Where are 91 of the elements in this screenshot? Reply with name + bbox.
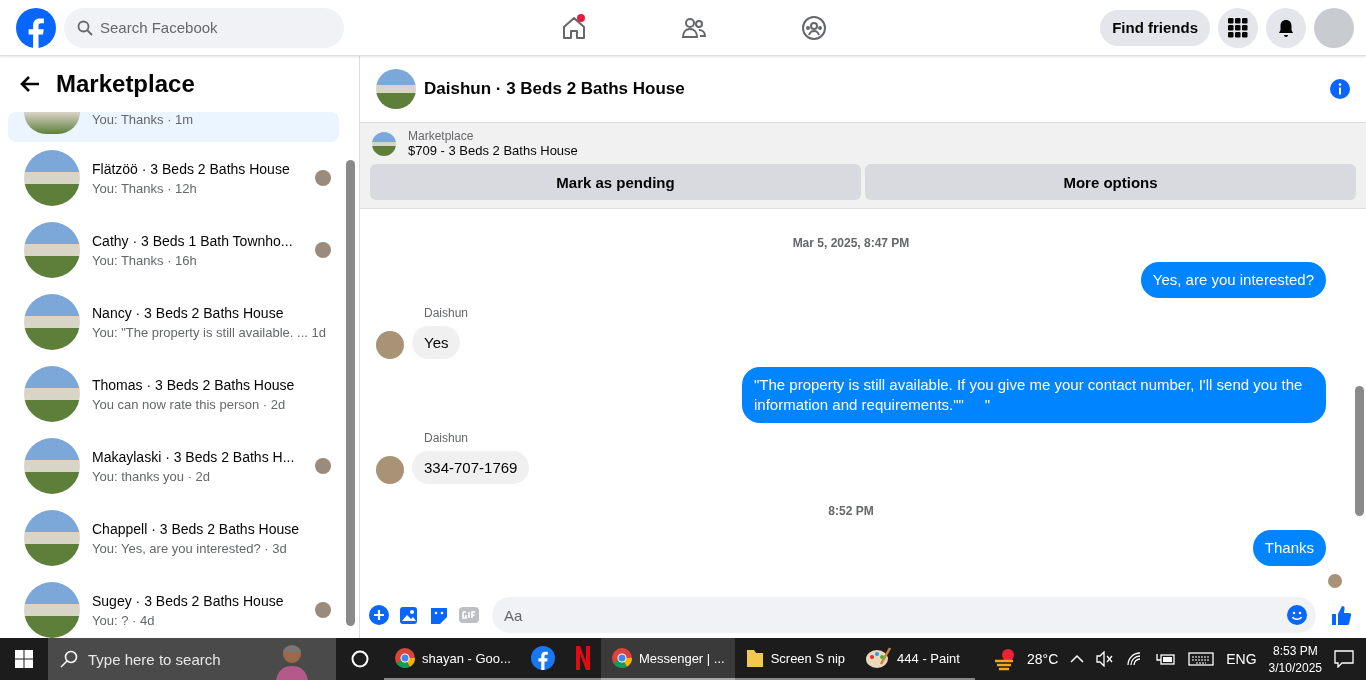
received-message: Yes	[412, 326, 461, 359]
taskbar-search-bar[interactable]: Type here to search	[48, 638, 336, 680]
thumbs-up-icon[interactable]	[1330, 604, 1352, 626]
sender-avatar	[376, 331, 404, 359]
sender-name: Daishun	[424, 306, 470, 320]
listing-photo	[24, 112, 80, 134]
conversation-title: Makaylaski · 3 Beds 2 Baths H...	[92, 448, 296, 465]
taskbar-search-field[interactable]: Type here to search	[88, 650, 268, 668]
listing-photo	[24, 150, 80, 206]
listing-photo	[24, 582, 80, 638]
conversation-title: Thomas · 3 Beds 2 Baths House	[92, 376, 296, 393]
keyboard-icon[interactable]	[1188, 651, 1215, 667]
windows-logo-icon	[15, 650, 33, 668]
grid-icon	[1228, 17, 1248, 38]
conversation-title: Nancy · 3 Beds 2 Baths House	[92, 304, 285, 321]
conversation-preview: You: "The property is still available. ... 1d	[92, 324, 327, 340]
sent-message: "The property is still available. If you give me your contact number, I'll send you the information and requirements."" "	[742, 367, 1326, 423]
groups-icon	[801, 14, 827, 41]
back-arrow-icon[interactable]	[20, 75, 40, 93]
conversation-title: Sugey · 3 Beds 2 Baths House	[92, 592, 285, 609]
listing-photo	[24, 222, 80, 278]
message-input-field[interactable]: Aa	[492, 597, 1316, 633]
facebook-logo-icon	[530, 646, 555, 670]
info-icon[interactable]	[1330, 79, 1350, 99]
listing-photo	[24, 366, 80, 422]
temperature: 28°C	[1027, 651, 1059, 667]
notification-center-icon[interactable]	[1334, 650, 1354, 668]
clock[interactable]: 8:53 PM 3/10/2025	[1268, 643, 1322, 675]
conversation-item[interactable]: Nancy · 3 Beds 2 Baths House You: "The property is still available. ... 1d	[8, 286, 339, 358]
notifications-button[interactable]	[1266, 7, 1306, 48]
conversation-title: Flätzöö · 3 Beds 2 Baths House	[92, 160, 291, 177]
conversation-preview: You: ? · 4d	[92, 612, 156, 628]
facebook-logo-icon[interactable]	[16, 7, 56, 48]
conversation-title: Cathy · 3 Beds 1 Bath Townho...	[92, 232, 294, 249]
contact-photo	[376, 69, 416, 109]
received-message: 334-707-1769	[412, 451, 530, 484]
taskbar-app-button[interactable]: shayan - Goo...	[384, 638, 521, 680]
conversation-item[interactable]: Flätzöö · 3 Beds 2 Baths House You: Thanks · 12h	[8, 142, 339, 214]
sidebar-title: Marketplace	[56, 70, 195, 98]
listing-photo	[24, 294, 80, 350]
sent-message: Thanks	[1252, 530, 1326, 566]
conversation-title: Chappell · 3 Beds 2 Baths House	[92, 520, 300, 537]
listing-photo	[372, 131, 396, 156]
listing-label: Marketplace	[408, 129, 475, 143]
home-icon	[561, 14, 587, 41]
chrome-icon	[394, 647, 416, 669]
scrollbar[interactable]	[1355, 386, 1364, 516]
chrome-icon	[610, 647, 633, 669]
conversation-item[interactable]: Makaylaski · 3 Beds 2 Baths H... You: thanks you · 2d	[8, 430, 339, 502]
emoji-icon[interactable]	[1286, 604, 1308, 626]
folder-icon	[744, 647, 765, 669]
battery-icon[interactable]	[1156, 651, 1177, 667]
chevron-up-icon[interactable]	[1070, 654, 1085, 664]
conversation-preview: You: Thanks · 12h	[92, 180, 198, 196]
language-indicator[interactable]: ENG	[1226, 651, 1257, 667]
taskbar-app-button[interactable]: Screen S nip	[734, 638, 856, 680]
chat-title: Daishun · 3 Beds 2 Baths House	[424, 79, 686, 99]
speaker-muted-icon[interactable]	[1096, 651, 1115, 667]
scrollbar[interactable]	[346, 160, 355, 626]
listing-action-button[interactable]: Mark as pending	[370, 164, 861, 200]
search-field[interactable]: Search Facebook	[64, 7, 344, 48]
listing-action-button[interactable]: More options	[865, 164, 1356, 200]
circle-icon	[351, 650, 369, 668]
sent-message: Yes, are you interested?	[1140, 262, 1326, 298]
conversation-item[interactable]: Thomas · 3 Beds 2 Baths House You can now rate this person · 2d	[8, 358, 339, 430]
menu-button[interactable]	[1218, 7, 1258, 48]
message-timestamp: Mar 5, 2025, 8:47 PM	[791, 236, 911, 250]
find-friends-button[interactable]: Find friends	[1100, 9, 1210, 46]
palette-icon	[865, 646, 892, 670]
taskbar-app-button[interactable]: Messenger | ...	[600, 638, 735, 680]
conversation-item[interactable]: Chappell · 3 Beds 2 Baths House You: Yes, are you interested? · 3d	[8, 502, 339, 574]
image-icon[interactable]	[398, 604, 420, 626]
conversation-preview: You: Yes, are you interested? · 3d	[92, 540, 288, 556]
netflix-n-icon	[574, 646, 591, 670]
conversation-preview: You can now rate this person · 2d	[92, 396, 287, 412]
sender-avatar	[376, 456, 404, 484]
listing-title: $709 - 3 Beds 2 Baths House	[408, 143, 578, 158]
bell-icon	[1276, 17, 1296, 38]
plus-icon[interactable]	[368, 604, 390, 626]
conversation-preview: You: Thanks · 1m	[92, 112, 195, 127]
conversation-item[interactable]: You: Thanks · 1m	[8, 112, 339, 142]
conversation-item[interactable]: Sugey · 3 Beds 2 Baths House You: ? · 4d	[8, 574, 339, 638]
conversation-preview: You: Thanks · 16h	[92, 252, 198, 268]
conversation-preview: You: thanks you · 2d	[92, 468, 212, 484]
conversation-item[interactable]: Cathy · 3 Beds 1 Bath Townho... You: Thanks · 16h	[8, 214, 339, 286]
listing-photo	[24, 438, 80, 494]
search-icon	[60, 650, 78, 668]
message-timestamp: 8:52 PM	[827, 504, 875, 518]
sender-name: Daishun	[424, 431, 470, 445]
taskbar-app-button[interactable]: 444 - Paint	[855, 638, 976, 680]
listing-photo	[24, 510, 80, 566]
